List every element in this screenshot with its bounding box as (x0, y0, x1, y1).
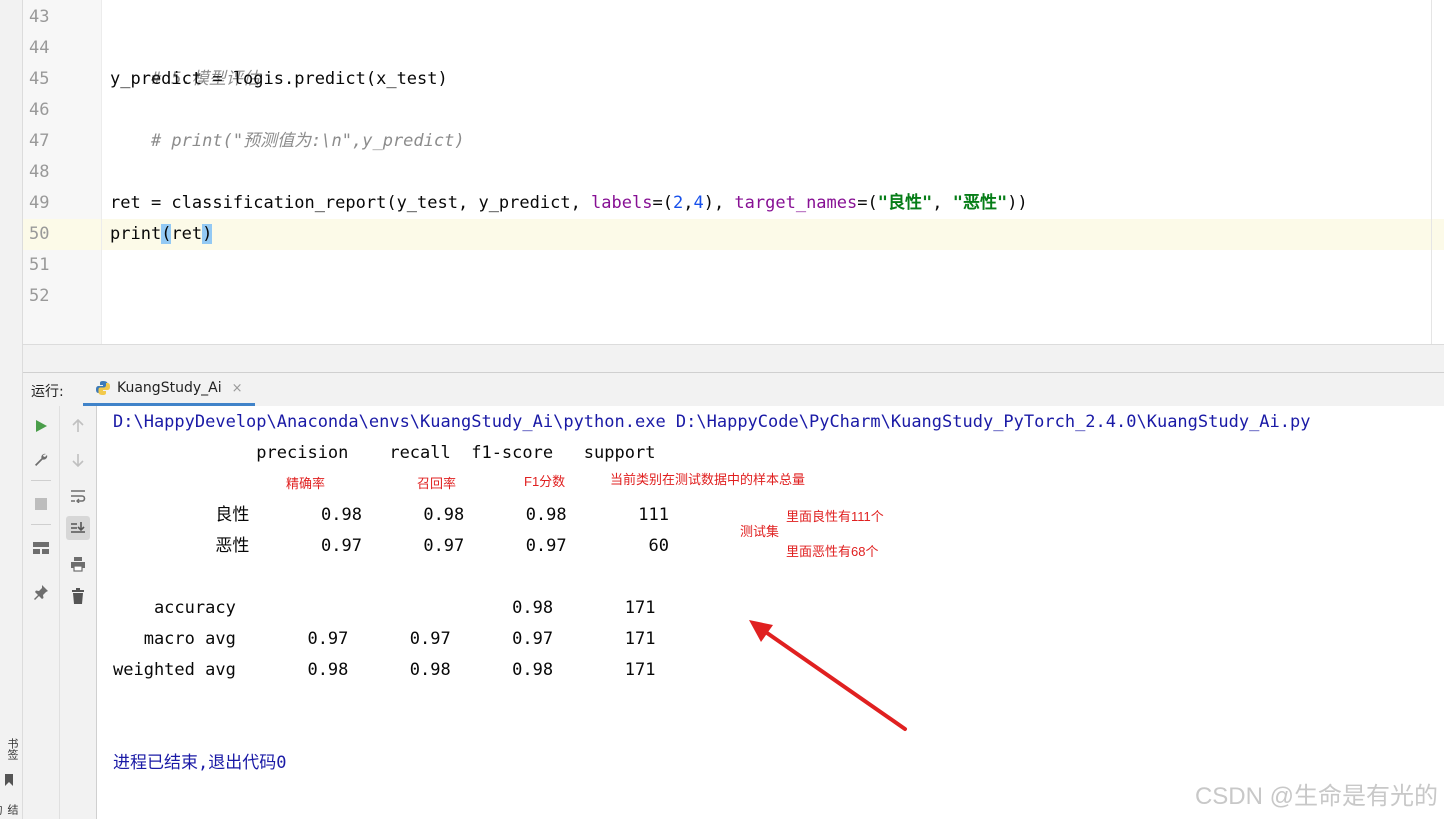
code-line-49[interactable]: ret = classification_report(y_test, y_pr… (110, 188, 1028, 219)
arrow-down-icon (72, 454, 84, 467)
python-icon (96, 381, 110, 395)
run-panel-label: 运行: (31, 384, 64, 400)
toolbar-divider (31, 524, 51, 525)
layout-button[interactable] (29, 536, 53, 560)
soft-wrap-icon (71, 490, 86, 503)
scroll-to-end-icon (71, 522, 85, 533)
trash-icon (72, 588, 84, 604)
print-button[interactable] (66, 552, 90, 576)
stop-icon (35, 498, 47, 510)
string-literal: "良性" (877, 193, 933, 213)
annotation-arrow (749, 620, 907, 731)
report-row-accuracy: accuracy 0.98 171 (113, 598, 656, 618)
keyword-arg-labels: labels (591, 193, 653, 213)
line-number: 52 (29, 286, 50, 306)
run-toolbar-primary (23, 406, 60, 819)
line-number: 51 (29, 255, 50, 275)
line-number: 49 (29, 193, 50, 213)
code-line-45[interactable]: y_predict = logis.predict(x_test) (110, 64, 448, 95)
number-literal: 2 (672, 193, 684, 213)
run-tab-title: KuangStudy_Ai (117, 380, 222, 396)
csdn-watermark: CSDN @生命是有光的 (1194, 783, 1438, 810)
line-number: 44 (29, 38, 50, 58)
up-stack-trace-button[interactable] (66, 414, 90, 438)
left-tool-strip: 书签 结构 (0, 0, 23, 819)
line-number: 47 (29, 131, 50, 151)
code-token: ), (703, 193, 735, 213)
code-token: =( (857, 193, 878, 213)
code-token: , (932, 193, 953, 213)
report-row-macro-avg: macro avg 0.97 0.97 0.97 171 (113, 629, 656, 649)
matched-paren-open: ( (161, 224, 172, 244)
report-row-malignant: 恶性 0.97 0.97 0.97 60 (113, 536, 669, 556)
report-row-weighted-avg: weighted avg 0.98 0.98 0.98 171 (113, 660, 656, 680)
report-row-benign: 良性 0.98 0.98 0.98 111 (113, 505, 669, 525)
current-line-highlight (102, 219, 1444, 250)
line-number: 43 (29, 7, 50, 27)
line-number: 48 (29, 162, 50, 182)
number-literal: 4 (693, 193, 704, 213)
run-tab-kuangstudy[interactable]: KuangStudy_Ai × (83, 373, 255, 406)
code-editor[interactable]: 43 44 45 46 47 48 49 50 51 52 # 5.模型评估 y… (23, 0, 1444, 344)
annotation-test-set: 测试集 (740, 524, 780, 539)
rerun-button[interactable] (29, 414, 53, 438)
code-token: , (683, 193, 694, 213)
code-token: )) (1007, 193, 1028, 213)
line-number: 46 (29, 100, 50, 120)
run-toolbar-secondary (60, 406, 97, 819)
code-comment: # print("预测值为:\n",y_predict) (150, 131, 465, 151)
run-console-output[interactable]: D:\HappyDevelop\Anaconda\envs\KuangStudy… (97, 406, 1444, 819)
code-token: ret (171, 224, 203, 244)
bookmarks-tool-tab[interactable]: 书签 (2, 738, 20, 760)
stop-button[interactable] (29, 492, 53, 516)
pin-tab-button[interactable] (29, 580, 53, 604)
run-panel-header: 运行: KuangStudy_Ai × (23, 372, 1444, 407)
layout-icon (33, 542, 49, 554)
code-token: print (110, 224, 162, 244)
editor-right-margin (1431, 0, 1432, 344)
report-header-row: precision recall f1-score support (113, 443, 656, 463)
annotation-recall: 召回率 (417, 476, 457, 491)
modify-run-config-button[interactable] (29, 448, 53, 472)
matched-paren-close: ) (202, 224, 213, 244)
structure-tool-tab[interactable]: 结构 (0, 804, 20, 819)
printer-icon (71, 557, 85, 572)
play-icon (36, 420, 47, 432)
scroll-to-end-button[interactable] (66, 516, 90, 540)
bookmark-icon[interactable] (4, 774, 14, 786)
down-stack-trace-button[interactable] (66, 448, 90, 472)
close-icon[interactable]: × (232, 381, 243, 396)
process-exit-message: 进程已结束,退出代码0 (113, 753, 287, 773)
code-token: =( (652, 193, 673, 213)
keyword-arg-target-names: target_names (734, 193, 858, 213)
annotation-malignant-count: 里面恶性有68个 (786, 544, 879, 559)
soft-wrap-button[interactable] (66, 484, 90, 508)
line-number-gutter: 43 44 45 46 47 48 49 50 51 52 (23, 0, 102, 344)
wrench-icon (35, 453, 48, 466)
annotation-f1: F1分数 (524, 474, 566, 489)
string-literal: "恶性" (952, 193, 1008, 213)
line-number: 45 (29, 69, 50, 89)
code-line-50[interactable]: print(ret) (110, 219, 213, 250)
panel-splitter[interactable] (23, 344, 1444, 373)
line-number: 50 (29, 224, 50, 244)
annotation-precision: 精确率 (286, 476, 326, 491)
code-token: ret = classification_report(y_test, y_pr… (110, 193, 592, 213)
console-command-line[interactable]: D:\HappyDevelop\Anaconda\envs\KuangStudy… (113, 407, 1310, 438)
code-line-46[interactable]: # print("预测值为:\n",y_predict) (110, 95, 465, 188)
annotation-benign-count: 里面良性有111个 (786, 509, 884, 524)
clear-all-button[interactable] (66, 584, 90, 608)
arrow-up-icon (72, 419, 84, 432)
toolbar-divider (31, 480, 51, 481)
annotation-support: 当前类别在测试数据中的样本总量 (610, 472, 806, 487)
pin-icon (34, 585, 48, 600)
